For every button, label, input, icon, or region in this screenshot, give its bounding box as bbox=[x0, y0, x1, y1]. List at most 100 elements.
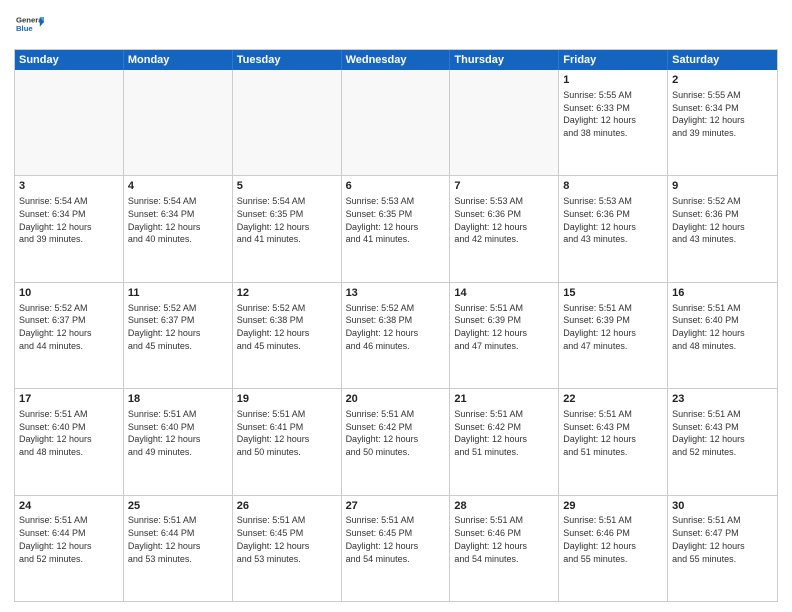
day-number: 11 bbox=[128, 286, 228, 301]
calendar-cell: 22 Sunrise: 5:51 AM Sunset: 6:43 PM Dayli… bbox=[559, 389, 668, 494]
day-info: Sunrise: 5:53 AM Sunset: 6:35 PM Dayligh… bbox=[346, 196, 419, 244]
calendar-cell: 27Sunrise: 5:51 AM Sunset: 6:45 PM Dayli… bbox=[342, 496, 451, 601]
day-info: Sunrise: 5:51 AM Sunset: 6:40 PM Dayligh… bbox=[19, 409, 92, 457]
calendar-row: 10Sunrise: 5:52 AM Sunset: 6:37 PM Dayli… bbox=[15, 282, 777, 388]
day-number: 30 bbox=[672, 499, 773, 514]
day-info: Sunrise: 5:52 AM Sunset: 6:38 PM Dayligh… bbox=[346, 303, 419, 351]
logo: General Blue bbox=[14, 10, 44, 43]
day-info: Sunrise: 5:51 AM Sunset: 6:47 PM Dayligh… bbox=[672, 515, 745, 563]
day-info: Sunrise: 5:51 AM Sunset: 6:43 PM Dayligh… bbox=[563, 409, 636, 457]
calendar-cell: 3 Sunrise: 5:54 AM Sunset: 6:34 PM Daylig… bbox=[15, 176, 124, 281]
day-info: Sunrise: 5:52 AM Sunset: 6:36 PM Dayligh… bbox=[672, 196, 745, 244]
calendar-cell: 18 Sunrise: 5:51 AM Sunset: 6:40 PM Dayli… bbox=[124, 389, 233, 494]
day-info: Sunrise: 5:51 AM Sunset: 6:41 PM Dayligh… bbox=[237, 409, 310, 457]
calendar-cell bbox=[15, 70, 124, 175]
day-number: 17 bbox=[19, 392, 119, 407]
day-number: 24 bbox=[19, 499, 119, 514]
day-info: Sunrise: 5:51 AM Sunset: 6:40 PM Dayligh… bbox=[672, 303, 745, 351]
day-number: 9 bbox=[672, 179, 773, 194]
calendar-cell: 14Sunrise: 5:51 AM Sunset: 6:39 PM Dayli… bbox=[450, 283, 559, 388]
day-number: 19 bbox=[237, 392, 337, 407]
svg-text:Blue: Blue bbox=[16, 24, 33, 33]
calendar-day-header: Friday bbox=[559, 50, 668, 70]
day-info: Sunrise: 5:54 AM Sunset: 6:34 PM Dayligh… bbox=[19, 196, 92, 244]
calendar-cell: 7 Sunrise: 5:53 AM Sunset: 6:36 PM Daylig… bbox=[450, 176, 559, 281]
day-number: 16 bbox=[672, 286, 773, 301]
calendar-cell: 23Sunrise: 5:51 AM Sunset: 6:43 PM Dayli… bbox=[668, 389, 777, 494]
calendar-row: 24Sunrise: 5:51 AM Sunset: 6:44 PM Dayli… bbox=[15, 495, 777, 601]
calendar-cell: 30Sunrise: 5:51 AM Sunset: 6:47 PM Dayli… bbox=[668, 496, 777, 601]
day-info: Sunrise: 5:55 AM Sunset: 6:34 PM Dayligh… bbox=[672, 90, 745, 138]
calendar-cell: 28Sunrise: 5:51 AM Sunset: 6:46 PM Dayli… bbox=[450, 496, 559, 601]
day-number: 28 bbox=[454, 499, 554, 514]
calendar-day-header: Wednesday bbox=[342, 50, 451, 70]
calendar-cell: 25Sunrise: 5:51 AM Sunset: 6:44 PM Dayli… bbox=[124, 496, 233, 601]
day-info: Sunrise: 5:53 AM Sunset: 6:36 PM Dayligh… bbox=[454, 196, 527, 244]
day-number: 3 bbox=[19, 179, 119, 194]
calendar-cell: 20 Sunrise: 5:51 AM Sunset: 6:42 PM Dayli… bbox=[342, 389, 451, 494]
day-number: 21 bbox=[454, 392, 554, 407]
day-info: Sunrise: 5:51 AM Sunset: 6:46 PM Dayligh… bbox=[563, 515, 636, 563]
calendar-cell: 1Sunrise: 5:55 AM Sunset: 6:33 PM Daylig… bbox=[559, 70, 668, 175]
calendar-cell: 10Sunrise: 5:52 AM Sunset: 6:37 PM Dayli… bbox=[15, 283, 124, 388]
day-info: Sunrise: 5:51 AM Sunset: 6:43 PM Dayligh… bbox=[672, 409, 745, 457]
day-info: Sunrise: 5:52 AM Sunset: 6:37 PM Dayligh… bbox=[128, 303, 201, 351]
day-number: 25 bbox=[128, 499, 228, 514]
calendar-cell bbox=[450, 70, 559, 175]
calendar-cell: 16 Sunrise: 5:51 AM Sunset: 6:40 PM Dayli… bbox=[668, 283, 777, 388]
calendar-day-header: Monday bbox=[124, 50, 233, 70]
calendar-cell: 15 Sunrise: 5:51 AM Sunset: 6:39 PM Dayli… bbox=[559, 283, 668, 388]
day-info: Sunrise: 5:51 AM Sunset: 6:42 PM Dayligh… bbox=[454, 409, 527, 457]
day-number: 7 bbox=[454, 179, 554, 194]
calendar-cell: 8Sunrise: 5:53 AM Sunset: 6:36 PM Daylig… bbox=[559, 176, 668, 281]
calendar-cell: 17 Sunrise: 5:51 AM Sunset: 6:40 PM Dayli… bbox=[15, 389, 124, 494]
day-info: Sunrise: 5:51 AM Sunset: 6:40 PM Dayligh… bbox=[128, 409, 201, 457]
day-number: 1 bbox=[563, 73, 663, 88]
day-info: Sunrise: 5:51 AM Sunset: 6:45 PM Dayligh… bbox=[346, 515, 419, 563]
day-info: Sunrise: 5:51 AM Sunset: 6:46 PM Dayligh… bbox=[454, 515, 527, 563]
calendar-row: 17 Sunrise: 5:51 AM Sunset: 6:40 PM Dayli… bbox=[15, 388, 777, 494]
day-info: Sunrise: 5:51 AM Sunset: 6:42 PM Dayligh… bbox=[346, 409, 419, 457]
calendar: SundayMondayTuesdayWednesdayThursdayFrid… bbox=[14, 49, 778, 602]
day-number: 6 bbox=[346, 179, 446, 194]
day-number: 22 bbox=[563, 392, 663, 407]
day-number: 29 bbox=[563, 499, 663, 514]
day-number: 4 bbox=[128, 179, 228, 194]
calendar-cell: 2 Sunrise: 5:55 AM Sunset: 6:34 PM Daylig… bbox=[668, 70, 777, 175]
day-number: 26 bbox=[237, 499, 337, 514]
day-number: 5 bbox=[237, 179, 337, 194]
calendar-body: 1Sunrise: 5:55 AM Sunset: 6:33 PM Daylig… bbox=[15, 70, 777, 601]
day-info: Sunrise: 5:53 AM Sunset: 6:36 PM Dayligh… bbox=[563, 196, 636, 244]
logo-icon: General Blue bbox=[16, 10, 44, 38]
day-info: Sunrise: 5:51 AM Sunset: 6:39 PM Dayligh… bbox=[563, 303, 636, 351]
calendar-cell: 29Sunrise: 5:51 AM Sunset: 6:46 PM Dayli… bbox=[559, 496, 668, 601]
calendar-cell bbox=[342, 70, 451, 175]
calendar-cell: 19 Sunrise: 5:51 AM Sunset: 6:41 PM Dayli… bbox=[233, 389, 342, 494]
day-info: Sunrise: 5:51 AM Sunset: 6:44 PM Dayligh… bbox=[19, 515, 92, 563]
calendar-row: 1Sunrise: 5:55 AM Sunset: 6:33 PM Daylig… bbox=[15, 70, 777, 175]
calendar-row: 3 Sunrise: 5:54 AM Sunset: 6:34 PM Daylig… bbox=[15, 175, 777, 281]
calendar-cell: 11 Sunrise: 5:52 AM Sunset: 6:37 PM Dayli… bbox=[124, 283, 233, 388]
day-number: 15 bbox=[563, 286, 663, 301]
calendar-cell bbox=[124, 70, 233, 175]
day-info: Sunrise: 5:52 AM Sunset: 6:37 PM Dayligh… bbox=[19, 303, 92, 351]
calendar-cell: 26Sunrise: 5:51 AM Sunset: 6:45 PM Dayli… bbox=[233, 496, 342, 601]
day-number: 18 bbox=[128, 392, 228, 407]
day-info: Sunrise: 5:54 AM Sunset: 6:35 PM Dayligh… bbox=[237, 196, 310, 244]
day-number: 12 bbox=[237, 286, 337, 301]
day-number: 2 bbox=[672, 73, 773, 88]
calendar-cell bbox=[233, 70, 342, 175]
calendar-day-header: Thursday bbox=[450, 50, 559, 70]
calendar-day-header: Saturday bbox=[668, 50, 777, 70]
calendar-cell: 24Sunrise: 5:51 AM Sunset: 6:44 PM Dayli… bbox=[15, 496, 124, 601]
day-number: 13 bbox=[346, 286, 446, 301]
calendar-cell: 9 Sunrise: 5:52 AM Sunset: 6:36 PM Daylig… bbox=[668, 176, 777, 281]
day-info: Sunrise: 5:51 AM Sunset: 6:39 PM Dayligh… bbox=[454, 303, 527, 351]
calendar-day-header: Tuesday bbox=[233, 50, 342, 70]
calendar-cell: 5 Sunrise: 5:54 AM Sunset: 6:35 PM Daylig… bbox=[233, 176, 342, 281]
calendar-cell: 6 Sunrise: 5:53 AM Sunset: 6:35 PM Daylig… bbox=[342, 176, 451, 281]
day-info: Sunrise: 5:51 AM Sunset: 6:44 PM Dayligh… bbox=[128, 515, 201, 563]
calendar-cell: 13 Sunrise: 5:52 AM Sunset: 6:38 PM Dayli… bbox=[342, 283, 451, 388]
day-number: 20 bbox=[346, 392, 446, 407]
day-info: Sunrise: 5:54 AM Sunset: 6:34 PM Dayligh… bbox=[128, 196, 201, 244]
